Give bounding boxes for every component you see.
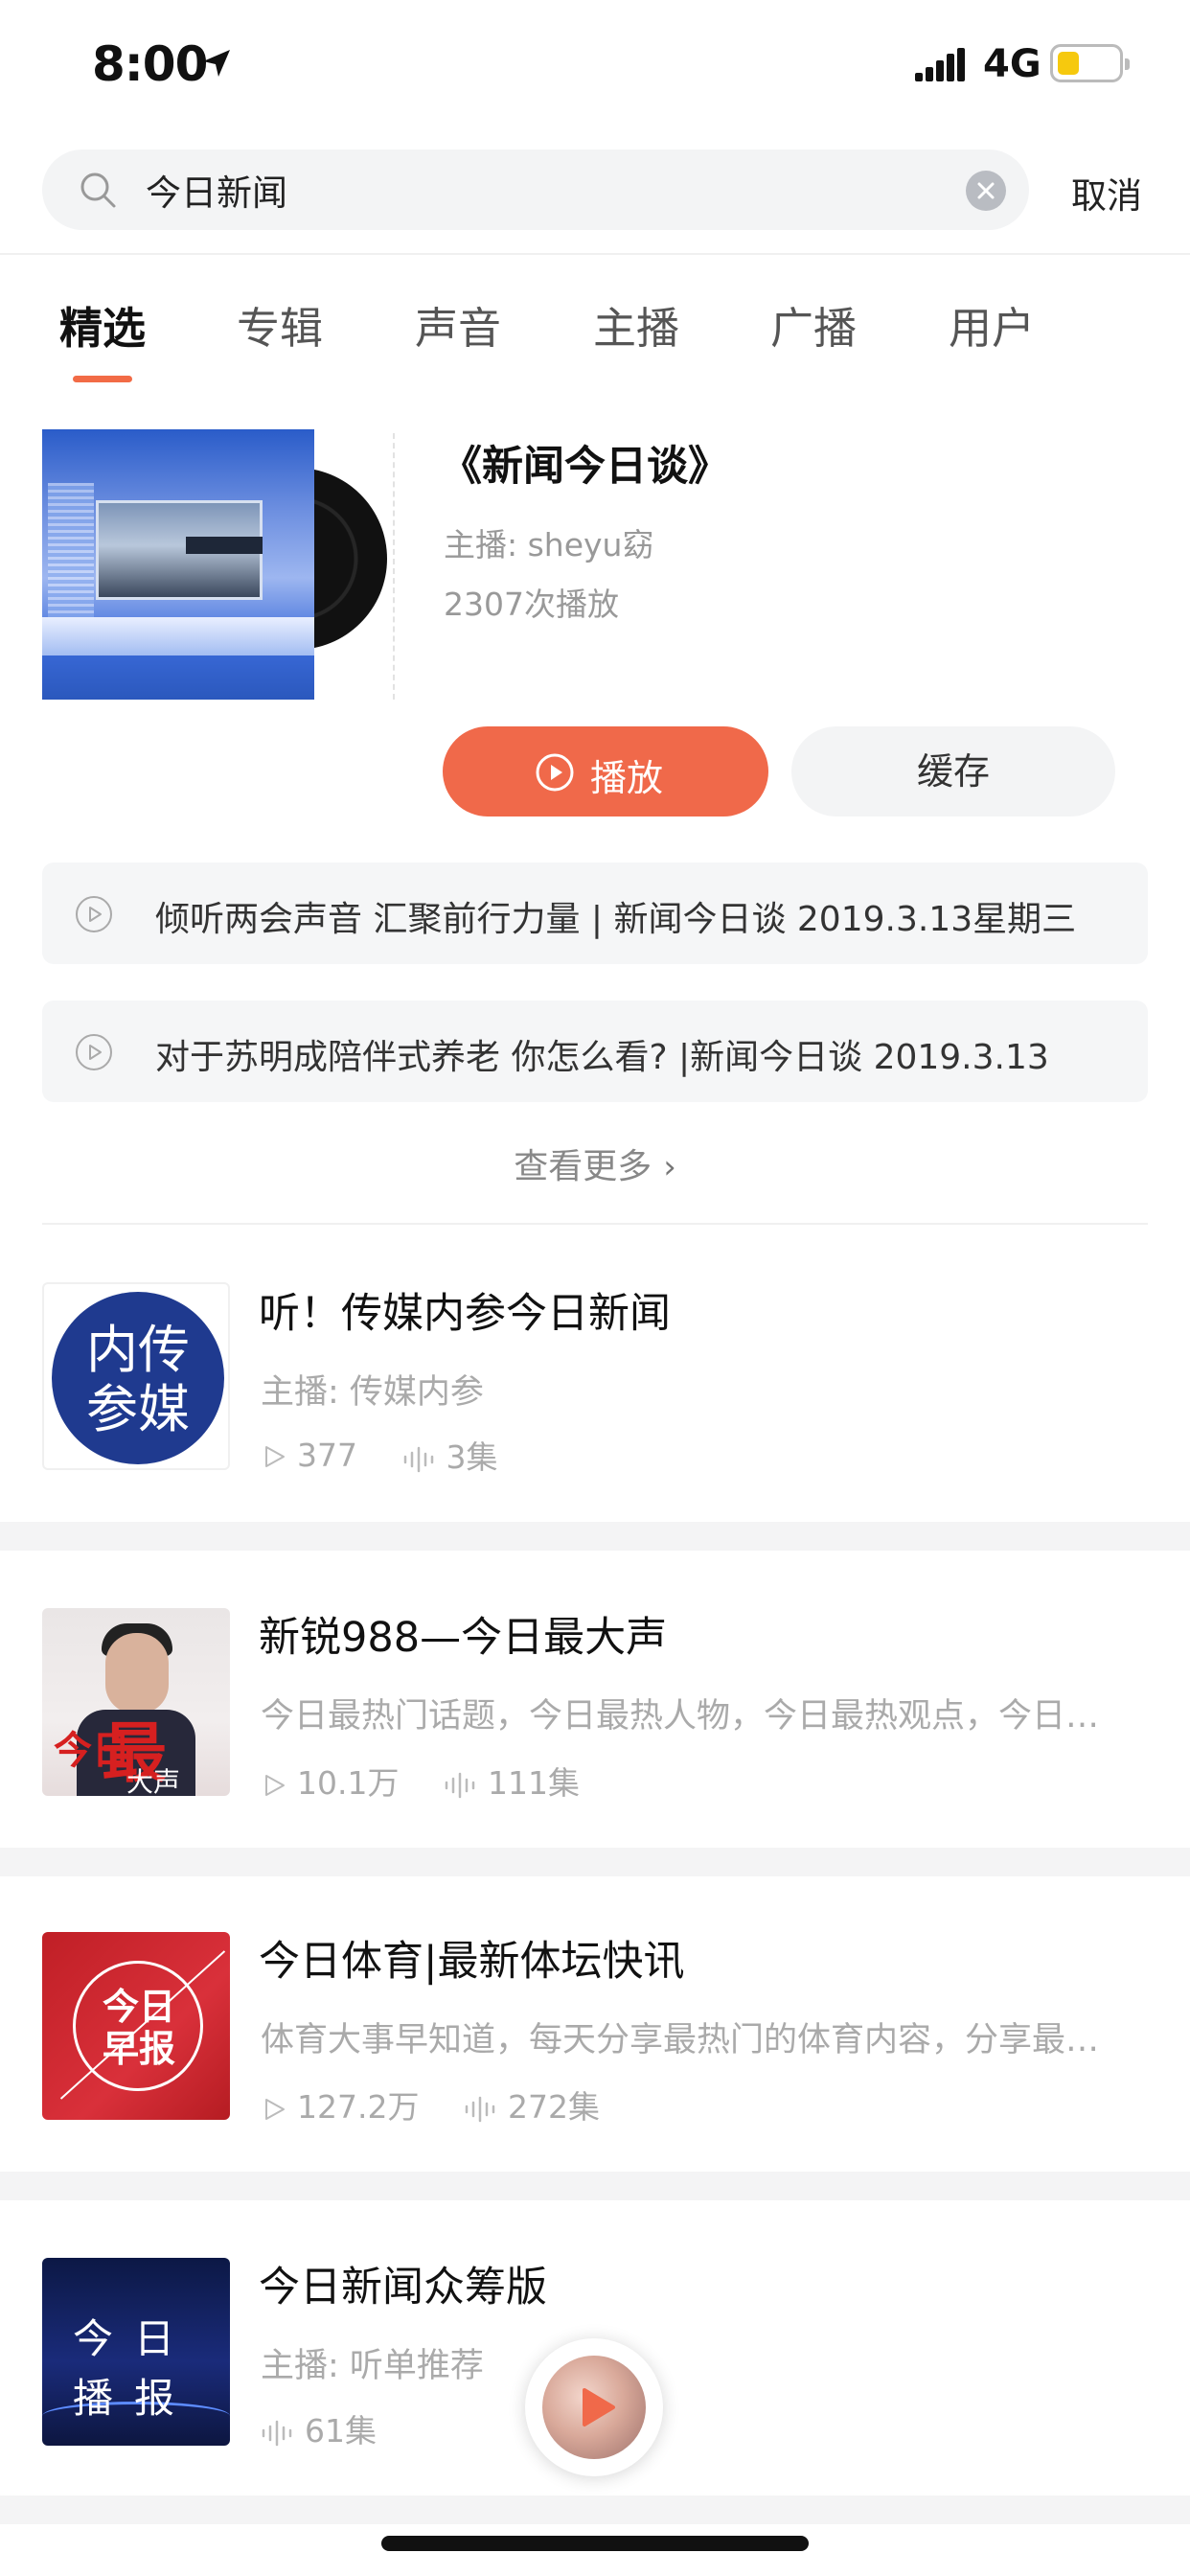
waveform-icon	[445, 1772, 475, 1798]
search-icon	[80, 172, 116, 208]
album-title[interactable]: 《新闻今日谈》	[441, 433, 729, 493]
result-subtitle: 体育大事早知道，每天分享最热门的体育内容，分享最新体坛快讯	[261, 2021, 1123, 2059]
play-count: 127.2万	[261, 2082, 419, 2128]
result-cover[interactable]: 今日早报	[42, 1932, 230, 2120]
status-time: 8:00	[92, 36, 208, 92]
result-title[interactable]: 新锐988—今日最大声	[259, 1604, 667, 1664]
result-title[interactable]: 听！传媒内参今日新闻	[259, 1280, 671, 1340]
track-item[interactable]: 倾听两会声音 汇聚前行力量 | 新闻今日谈 2019.3.13星期三	[42, 862, 1148, 964]
play-count: 377	[261, 1437, 357, 1474]
section-separator	[0, 1848, 1190, 1876]
battery-icon	[1050, 44, 1130, 82]
see-more-link[interactable]: 查看更多 ›	[0, 1138, 1190, 1188]
result-subtitle: 主播: 传媒内参	[261, 1373, 484, 1412]
result-title[interactable]: 今日新闻众筹版	[259, 2254, 547, 2313]
tab-users[interactable]: 用户	[949, 293, 1035, 356]
play-icon	[265, 1774, 285, 1796]
cover-text: 大声	[126, 1766, 181, 1796]
signal-icon	[915, 48, 965, 81]
cover-text: 今日播报	[73, 2315, 196, 2422]
play-circle-icon	[76, 896, 112, 932]
result-subtitle: 主播: 听单推荐	[261, 2347, 484, 2385]
result-stats: 10.1万 111集	[261, 1758, 580, 1804]
network-type: 4G	[983, 42, 1041, 86]
play-circle-icon	[536, 753, 574, 792]
track-item[interactable]: 对于苏明成陪伴式养老 你怎么看? |新闻今日谈 2019.3.13	[42, 1000, 1148, 1102]
section-separator	[0, 1522, 1190, 1551]
result-stats: 377 3集	[261, 1432, 498, 1478]
cancel-button[interactable]: 取消	[1071, 167, 1142, 218]
section-separator	[0, 2172, 1190, 2200]
see-more-label: 查看更多	[514, 1147, 652, 1186]
cover-text: 今日早报	[102, 1986, 175, 2070]
play-icon	[583, 2388, 615, 2426]
episode-count: 61集	[261, 2405, 377, 2451]
tab-sounds[interactable]: 声音	[415, 293, 501, 356]
section-separator	[0, 2496, 1190, 2524]
play-icon	[265, 1446, 285, 1467]
result-stats: 61集	[261, 2405, 377, 2451]
category-tabs: 精选 专辑 声音 主播 广播 用户	[0, 288, 1190, 393]
active-tab-indicator	[73, 376, 132, 382]
result-cover[interactable]: 今日 最 大声	[42, 1608, 230, 1796]
track-title: 倾听两会声音 汇聚前行力量 | 新闻今日谈 2019.3.13星期三	[155, 900, 1077, 939]
cover-image	[42, 429, 314, 700]
chevron-right-icon: ›	[663, 1148, 676, 1186]
status-bar: 8:00 4G	[0, 0, 1190, 129]
tab-featured[interactable]: 精选	[59, 293, 146, 356]
album-play-count: 2307次播放	[444, 586, 619, 623]
result-cover[interactable]: 内传参媒	[42, 1282, 230, 1470]
mini-player-button[interactable]	[525, 2338, 663, 2476]
episode-count: 272集	[464, 2082, 600, 2128]
clear-search-icon[interactable]	[966, 171, 1006, 211]
waveform-icon	[465, 2096, 495, 2122]
location-arrow-icon	[203, 50, 230, 77]
play-button-label: 播放	[590, 757, 664, 799]
result-subtitle: 今日最热门话题，今日最热人物，今日最热观点，今日最大声	[261, 1697, 1123, 1736]
cache-button[interactable]: 缓存	[791, 726, 1115, 816]
track-title: 对于苏明成陪伴式养老 你怎么看? |新闻今日谈 2019.3.13	[155, 1038, 1049, 1077]
result-stats: 127.2万 272集	[261, 2082, 600, 2128]
play-button[interactable]: 播放	[443, 726, 768, 816]
waveform-icon	[403, 1446, 433, 1472]
divider	[0, 253, 1190, 255]
tab-radio[interactable]: 广播	[770, 293, 857, 356]
play-count: 10.1万	[261, 1758, 399, 1804]
result-cover[interactable]: 今日播报	[42, 2258, 230, 2446]
album-cover[interactable]	[42, 427, 387, 700]
search-input[interactable]	[146, 161, 970, 218]
home-indicator[interactable]	[381, 2536, 809, 2551]
episode-count: 111集	[444, 1758, 580, 1804]
play-circle-icon	[76, 1034, 112, 1070]
play-icon	[265, 2098, 285, 2120]
result-title[interactable]: 今日体育|最新体坛快讯	[259, 1928, 685, 1988]
cover-text: 内传参媒	[86, 1320, 190, 1439]
search-bar	[42, 150, 1029, 230]
divider	[42, 1223, 1148, 1225]
waveform-icon	[262, 2420, 292, 2446]
divider	[393, 433, 395, 700]
episode-count: 3集	[402, 1432, 498, 1478]
tab-hosts[interactable]: 主播	[593, 293, 679, 356]
album-host: 主播: sheyu窈	[444, 526, 654, 564]
tab-albums[interactable]: 专辑	[237, 293, 323, 356]
